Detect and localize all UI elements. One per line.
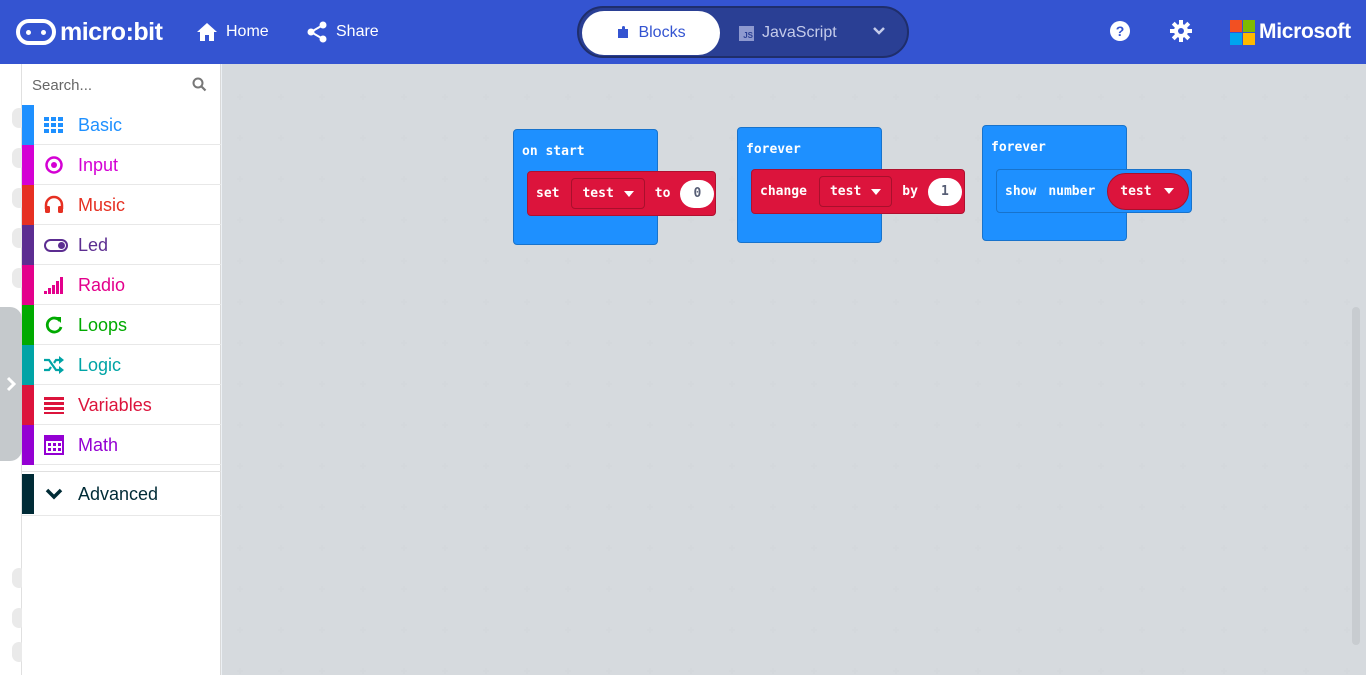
tab-blocks[interactable]: Blocks: [582, 11, 720, 55]
microbit-logo[interactable]: micro:bit: [16, 16, 163, 48]
category-color-bar: [22, 474, 34, 514]
headphones-icon: [44, 195, 64, 213]
microsoft-logo[interactable]: Microsoft: [1230, 19, 1351, 45]
microsoft-text: Microsoft: [1259, 20, 1351, 43]
toolbox: Basic Input Music Led Radio Loops Logic: [22, 64, 221, 675]
home-label: Home: [226, 23, 269, 40]
to-keyword: to: [654, 186, 671, 201]
category-label: Math: [78, 435, 119, 455]
show-number-block[interactable]: show number test: [996, 169, 1192, 213]
show-keyword: show: [1005, 183, 1037, 199]
on-start-label: on start: [522, 144, 585, 159]
help-icon: ?: [1110, 21, 1130, 41]
category-color-bar: [22, 185, 34, 225]
category-label: Input: [78, 155, 119, 175]
microbit-logo-icon: [16, 19, 56, 45]
category-advanced[interactable]: Advanced: [22, 471, 221, 516]
category-color-bar: [22, 265, 34, 305]
grid-icon: [44, 117, 63, 133]
microsoft-logo-icon: [1230, 19, 1255, 45]
number-keyword: number: [1048, 183, 1096, 199]
top-menu-bar: micro:bit Home Share Blocks JS JavaScrip…: [0, 0, 1366, 64]
help-button[interactable]: ?: [1109, 20, 1133, 44]
caret-down-icon: [623, 190, 634, 197]
change-variable-block[interactable]: change test by 1: [751, 169, 965, 214]
category-color-bar: [22, 145, 34, 185]
category-color-bar: [22, 385, 34, 425]
chevron-down-icon: [45, 488, 63, 500]
variable-name: test: [1120, 183, 1152, 199]
category-label: Radio: [78, 275, 126, 295]
list-icon: [44, 397, 64, 414]
category-radio[interactable]: Radio: [22, 265, 221, 305]
category-color-bar: [22, 345, 34, 385]
variable-dropdown[interactable]: test: [571, 178, 645, 209]
chevron-down-icon: [873, 27, 885, 35]
category-color-bar: [22, 305, 34, 345]
calculator-icon: [44, 435, 64, 455]
set-keyword: set: [536, 186, 560, 201]
category-color-bar: [22, 105, 34, 145]
variable-name: test: [582, 186, 614, 201]
category-music[interactable]: Music: [22, 185, 221, 225]
blocks-workspace[interactable]: on start set test to 0 forever change te…: [222, 64, 1366, 675]
home-button[interactable]: Home: [196, 20, 269, 44]
simulator-expand-button[interactable]: [0, 307, 22, 461]
javascript-icon: JS: [739, 25, 754, 41]
category-color-bar: [22, 425, 34, 465]
category-label: Loops: [78, 315, 128, 335]
change-keyword: change: [760, 184, 807, 199]
editor-toggle: Blocks JS JavaScript: [577, 6, 909, 58]
tab-javascript[interactable]: JS JavaScript: [739, 11, 837, 55]
svg-text:?: ?: [1116, 23, 1125, 39]
refresh-icon: [45, 316, 63, 334]
share-button[interactable]: Share: [306, 20, 379, 44]
home-icon: [197, 23, 217, 41]
number-input[interactable]: 1: [927, 177, 962, 206]
tab-blocks-label: Blocks: [638, 24, 686, 41]
category-label: Variables: [78, 395, 152, 415]
target-icon: [45, 156, 63, 174]
search-input[interactable]: [32, 72, 192, 98]
category-color-bar: [22, 225, 34, 265]
toggle-icon: [44, 239, 68, 252]
workspace-scrollbar[interactable]: [1352, 307, 1360, 645]
category-input[interactable]: Input: [22, 145, 221, 185]
variable-reporter[interactable]: test: [1107, 172, 1189, 210]
shuffle-icon: [44, 356, 64, 374]
category-label: Logic: [78, 355, 122, 375]
number-input[interactable]: 0: [680, 179, 715, 208]
share-label: Share: [336, 23, 379, 40]
caret-down-icon: [1163, 188, 1174, 194]
category-led[interactable]: Led: [22, 225, 221, 265]
logo-text: micro:bit: [60, 17, 163, 46]
set-variable-block[interactable]: set test to 0: [527, 171, 716, 216]
category-math[interactable]: Math: [22, 425, 221, 465]
editor-dropdown-button[interactable]: [871, 23, 887, 44]
gear-icon: [1170, 20, 1192, 42]
settings-button[interactable]: [1170, 20, 1194, 44]
signal-bars-icon: [44, 277, 63, 294]
variable-dropdown[interactable]: test: [818, 176, 893, 207]
category-logic[interactable]: Logic: [22, 345, 221, 385]
caret-down-icon: [871, 188, 882, 195]
puzzle-icon: [618, 26, 629, 38]
category-basic[interactable]: Basic: [22, 105, 221, 145]
category-label: Basic: [78, 115, 123, 135]
toolbox-search: [22, 64, 221, 105]
category-label: Music: [78, 195, 126, 215]
variable-name: test: [829, 184, 862, 199]
category-variables[interactable]: Variables: [22, 385, 221, 425]
chevron-right-icon: [6, 376, 17, 392]
category-label: Led: [78, 235, 109, 255]
forever-label: forever: [991, 140, 1046, 155]
search-icon[interactable]: [192, 77, 207, 92]
category-label: Advanced: [78, 484, 159, 504]
tab-javascript-label: JavaScript: [762, 24, 837, 41]
share-icon: [307, 21, 327, 43]
by-keyword: by: [902, 184, 918, 199]
forever-label: forever: [746, 142, 801, 157]
category-loops[interactable]: Loops: [22, 305, 221, 345]
